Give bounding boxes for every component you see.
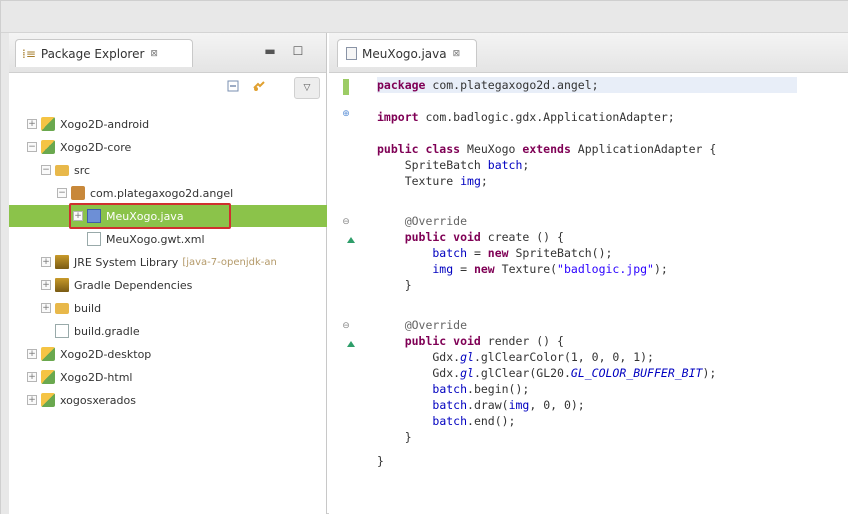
tree-item-xogo2d-desktop[interactable]: + Xogo2D-desktop — [9, 343, 327, 365]
code-line: public void create () { — [377, 230, 564, 244]
code-line: batch.begin(); — [432, 382, 530, 396]
tree-item-label: Xogo2D-core — [60, 140, 132, 154]
tree-item-src[interactable]: − src — [9, 159, 327, 181]
collapse-icon[interactable]: − — [27, 142, 37, 152]
package-explorer-view: ⁞≡ Package Explorer ⊠ ▬ ☐ ▽ + Xogo2D-and… — [9, 33, 327, 514]
library-icon — [55, 255, 69, 269]
highlight-box — [69, 203, 231, 229]
tree-item-xogo2d-core[interactable]: − Xogo2D-core — [9, 136, 327, 158]
expand-icon[interactable]: + — [27, 395, 37, 405]
override-marker-icon — [347, 237, 355, 243]
code-line: package com.plategaxogo2d.angel; — [377, 77, 797, 93]
editor-tab-bar: MeuXogo.java ⊠ — [329, 33, 848, 73]
tree-item-jre-system-library[interactable]: + JRE System Library [java-7-openjdk-an — [9, 251, 327, 273]
code-line: } — [377, 430, 412, 444]
collapse-icon[interactable]: − — [57, 188, 67, 198]
code-line: Gdx.gl.glClear(GL20.GL_COLOR_BUFFER_BIT)… — [377, 366, 717, 380]
tree-item-xogo2d-html[interactable]: + Xogo2D-html — [9, 366, 327, 388]
code-line: img = new Texture("badlogic.jpg"); — [377, 262, 668, 276]
expand-icon[interactable]: + — [27, 119, 37, 129]
current-line-marker — [343, 79, 349, 95]
fold-expand-icon[interactable]: ⊕ — [341, 109, 351, 119]
code-line: import com.badlogic.gdx.ApplicationAdapt… — [377, 110, 675, 124]
file-icon — [55, 324, 69, 338]
tree-item-label: com.plategaxogo2d.angel — [90, 186, 234, 200]
tree-item-suffix: [java-7-openjdk-an — [182, 256, 277, 268]
fold-collapse-icon[interactable]: ⊖ — [341, 217, 351, 227]
link-with-editor-icon[interactable] — [249, 79, 269, 97]
tree-item-label: MeuXogo.gwt.xml — [106, 232, 205, 246]
editor-tab-meuxogo[interactable]: MeuXogo.java ⊠ — [337, 39, 477, 67]
project-icon — [41, 393, 55, 407]
code-line: public class MeuXogo extends Application… — [377, 142, 717, 156]
collapse-icon[interactable]: − — [41, 165, 51, 175]
expand-icon[interactable]: + — [27, 372, 37, 382]
folder-icon — [55, 302, 69, 314]
tree-item-label: xogosxerados — [60, 393, 136, 407]
fold-collapse-icon[interactable]: ⊖ — [341, 321, 351, 331]
tree-item-label: Xogo2D-html — [60, 370, 133, 384]
package-icon — [71, 186, 85, 200]
project-icon — [41, 140, 55, 154]
library-icon — [55, 278, 69, 292]
tree-item-label: JRE System Library — [74, 255, 179, 269]
tree-item-label: Xogo2D-desktop — [60, 347, 152, 361]
tree-item-label: build.gradle — [74, 324, 140, 338]
ide-window: ⁞≡ Package Explorer ⊠ ▬ ☐ ▽ + Xogo2D-and… — [0, 0, 848, 514]
close-icon[interactable]: ⊠ — [453, 49, 461, 59]
tree-item-build-gradle[interactable]: build.gradle — [9, 320, 327, 342]
expand-icon[interactable]: + — [27, 349, 37, 359]
maximize-button[interactable]: ☐ — [289, 43, 307, 59]
tree-item-label: src — [74, 163, 91, 177]
source-folder-icon — [55, 164, 69, 176]
tree-item-package[interactable]: − com.plategaxogo2d.angel — [9, 182, 327, 204]
window-top-bar — [1, 1, 848, 33]
xml-file-icon — [87, 232, 101, 246]
expand-icon[interactable]: + — [41, 257, 51, 267]
tree-item-meuxogo-gwt-xml[interactable]: MeuXogo.gwt.xml — [9, 228, 327, 250]
view-menu-button[interactable]: ▽ — [294, 77, 320, 99]
tree-item-label: Xogo2D-android — [60, 117, 150, 131]
package-explorer-tab-bar: ⁞≡ Package Explorer ⊠ ▬ ☐ — [9, 33, 326, 73]
code-line: SpriteBatch batch; — [377, 158, 530, 172]
tree-item-build[interactable]: + build — [9, 297, 327, 319]
close-icon[interactable]: ⊠ — [150, 49, 158, 59]
java-file-icon — [346, 47, 357, 60]
tree-item-gradle-dependencies[interactable]: + Gradle Dependencies — [9, 274, 327, 296]
tree-item-xogosxerados[interactable]: + xogosxerados — [9, 389, 327, 411]
code-line: } — [377, 278, 412, 292]
package-explorer-tab-label: Package Explorer — [40, 46, 145, 61]
project-icon — [41, 117, 55, 131]
editor-tab-label: MeuXogo.java — [362, 46, 447, 61]
code-line: public void render () { — [377, 334, 564, 348]
expand-icon[interactable]: + — [41, 280, 51, 290]
package-explorer-tab[interactable]: ⁞≡ Package Explorer ⊠ — [15, 39, 193, 67]
package-explorer-icon: ⁞≡ — [22, 46, 36, 61]
window-left-edge — [1, 33, 9, 514]
code-line: } — [377, 454, 384, 468]
code-line: Texture img; — [377, 174, 488, 188]
collapse-all-icon[interactable] — [223, 79, 243, 97]
tree-item-label: Gradle Dependencies — [74, 278, 193, 292]
override-marker-icon — [347, 341, 355, 347]
editor-gutter: ⊕ ⊖ ⊖ — [329, 73, 365, 514]
project-icon — [41, 347, 55, 361]
code-line: @Override — [377, 214, 468, 228]
code-line: @Override — [377, 318, 468, 332]
editor-view: MeuXogo.java ⊠ ⊕ ⊖ ⊖ package com.platega… — [329, 33, 848, 514]
code-line: batch.end(); — [432, 414, 516, 428]
project-icon — [41, 370, 55, 384]
code-line: batch.draw(img, 0, 0); — [432, 398, 585, 412]
expand-icon[interactable]: + — [41, 303, 51, 313]
minimize-button[interactable]: ▬ — [261, 43, 279, 59]
package-explorer-toolbar: ▽ — [9, 73, 327, 101]
code-line: Gdx.gl.glClearColor(1, 0, 0, 1); — [377, 350, 654, 364]
tree-item-xogo2d-android[interactable]: + Xogo2D-android — [9, 113, 327, 135]
code-line: batch = new SpriteBatch(); — [377, 246, 613, 260]
tree-item-label: build — [74, 301, 102, 315]
